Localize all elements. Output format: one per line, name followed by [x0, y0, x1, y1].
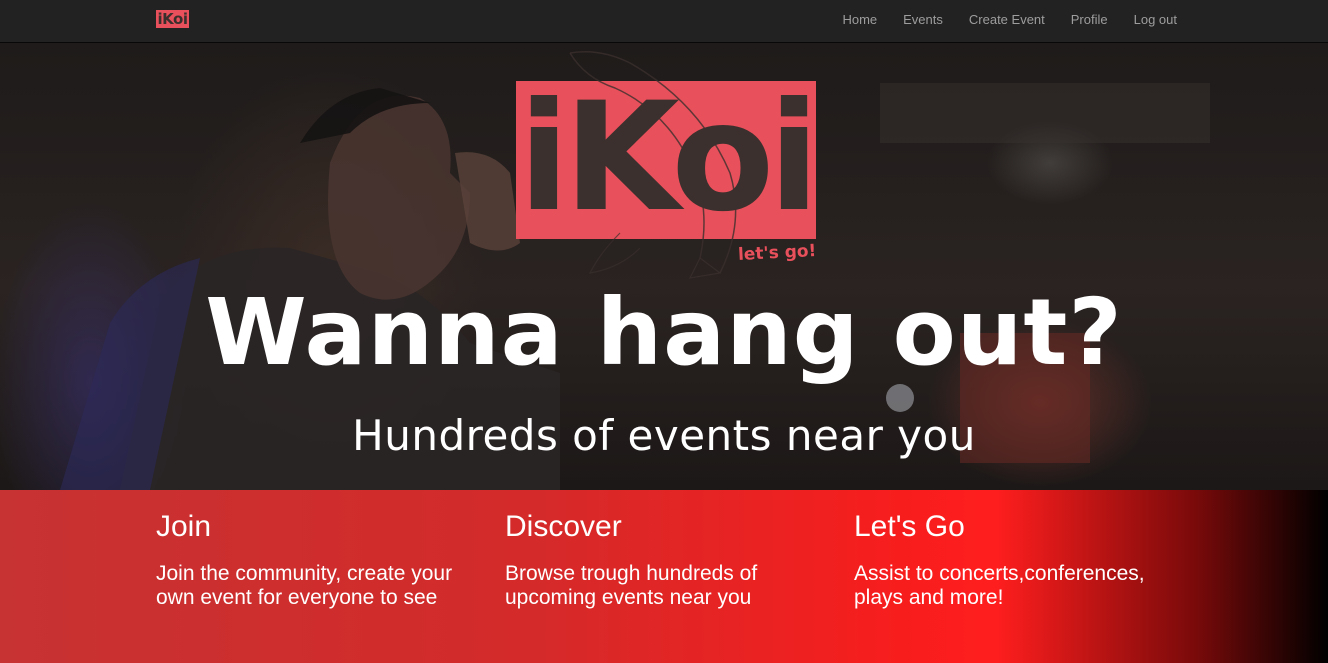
brand-logo[interactable]: iKoi [156, 10, 189, 28]
feature-join: Join Join the community, create your own… [156, 508, 476, 610]
nav-events-link[interactable]: Events [890, 0, 956, 43]
hero-subtitle: Hundreds of events near you [352, 411, 976, 460]
navbar: iKoi Home Events Create Event Profile Lo… [0, 0, 1328, 43]
feature-lets-go-text: Assist to concerts,conferences, plays an… [854, 562, 1145, 609]
hero-logo-text: iKoi [518, 71, 819, 245]
feature-discover: Discover Browse trough hundreds of upcom… [505, 508, 825, 610]
feature-discover-title: Discover [505, 510, 622, 543]
hero-logo-tagline: let's go! [737, 240, 817, 266]
feature-discover-text: Browse trough hundreds of upcoming event… [505, 562, 758, 609]
nav-profile-link[interactable]: Profile [1058, 0, 1121, 43]
nav-links: Home Events Create Event Profile Log out [829, 0, 1177, 43]
hero-title: Wanna hang out? [205, 279, 1123, 386]
feature-lets-go-title: Let's Go [854, 510, 965, 543]
feature-join-title: Join [156, 510, 212, 543]
nav-home-link[interactable]: Home [829, 0, 890, 43]
nav-create-event-link[interactable]: Create Event [956, 0, 1058, 43]
hero-section: iKoi let's go! Wanna hang out? Hundreds … [0, 43, 1328, 490]
features-band: Join Join the community, create your own… [0, 490, 1328, 663]
feature-lets-go: Let's Go Assist to concerts,conferences,… [854, 508, 1174, 610]
feature-join-text: Join the community, create your own even… [156, 562, 453, 609]
nav-logout-link[interactable]: Log out [1121, 0, 1177, 43]
